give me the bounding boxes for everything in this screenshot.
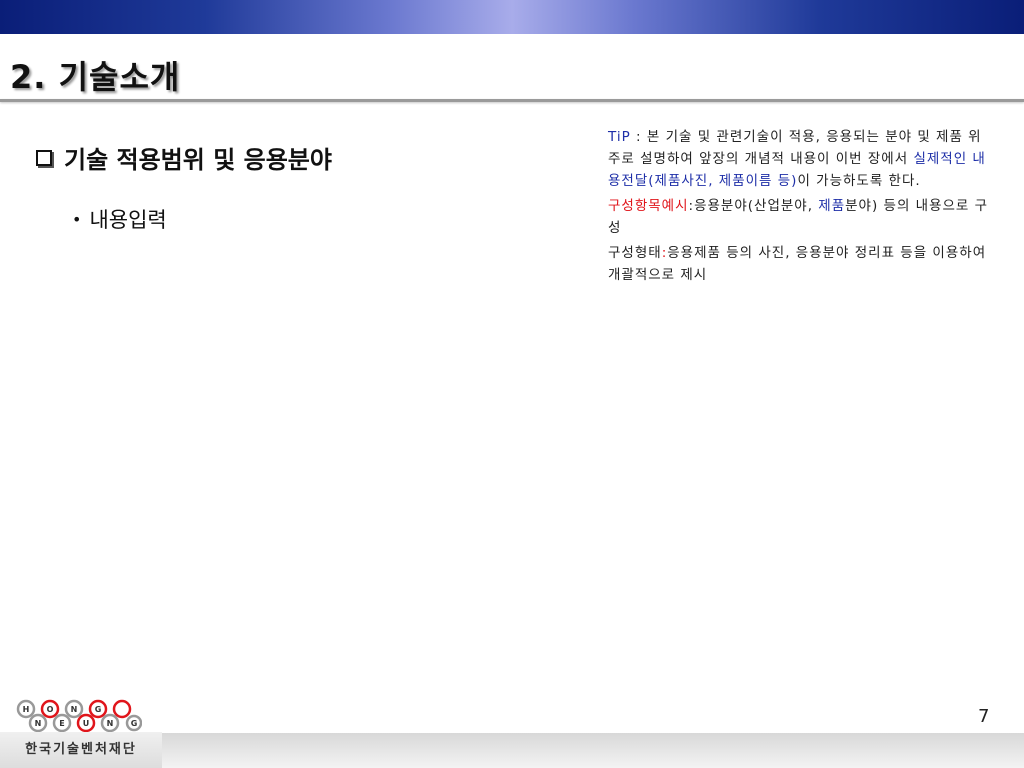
tip-label: TiP xyxy=(608,129,631,145)
checkbox-bullet-icon xyxy=(36,149,52,166)
logo-letter: O xyxy=(47,705,54,714)
bullet-item: • 내용입력 xyxy=(72,204,167,234)
logo-letter: N xyxy=(71,705,78,714)
logo-letter: E xyxy=(59,719,64,728)
org-name: 한국기술벤처재단 xyxy=(0,732,162,768)
logo-letter: H xyxy=(23,705,30,714)
top-banner xyxy=(0,0,1024,34)
logo-letter: U xyxy=(83,719,90,728)
section-heading: 기술 적용범위 및 응용분야 xyxy=(36,140,332,175)
logo-rings-icon: H O N G N E U N G xyxy=(16,699,142,733)
logo-letter: N xyxy=(35,719,42,728)
page-number: 7 xyxy=(978,706,990,727)
tip-form: 구성형태:응용제품 등의 사진, 응용분야 정리표 등을 이용하여 개괄적으로 … xyxy=(608,242,990,286)
section-heading-text: 기술 적용범위 및 응용분야 xyxy=(64,146,332,174)
title-divider xyxy=(0,99,1024,102)
logo-letter: G xyxy=(131,719,138,728)
tip-paragraph: TiP : 본 기술 및 관련기술이 적용, 응용되는 분야 및 제품 위주로 … xyxy=(608,126,990,192)
tip-tail: 이 가능하도록 한다. xyxy=(797,173,921,189)
bullet-text: 내용입력 xyxy=(89,208,167,232)
form-label: 구성형태 xyxy=(608,245,662,261)
example-label: 구성항목예시 xyxy=(608,198,689,214)
example-product: 제품 xyxy=(818,198,846,214)
example-text-1: :응용분야(산업분야, xyxy=(688,198,819,214)
slide-title: 2. 기술소개 xyxy=(10,58,181,96)
tip-example: 구성항목예시:응용분야(산업분야, 제품분야) 등의 내용으로 구성 xyxy=(608,195,990,239)
footer-band xyxy=(162,733,1024,768)
tip-box: TiP : 본 기술 및 관련기술이 적용, 응용되는 분야 및 제품 위주로 … xyxy=(608,126,990,289)
bullet-dot-icon: • xyxy=(72,209,82,229)
logo-letter: N xyxy=(107,719,114,728)
logo-letter: G xyxy=(95,705,102,714)
